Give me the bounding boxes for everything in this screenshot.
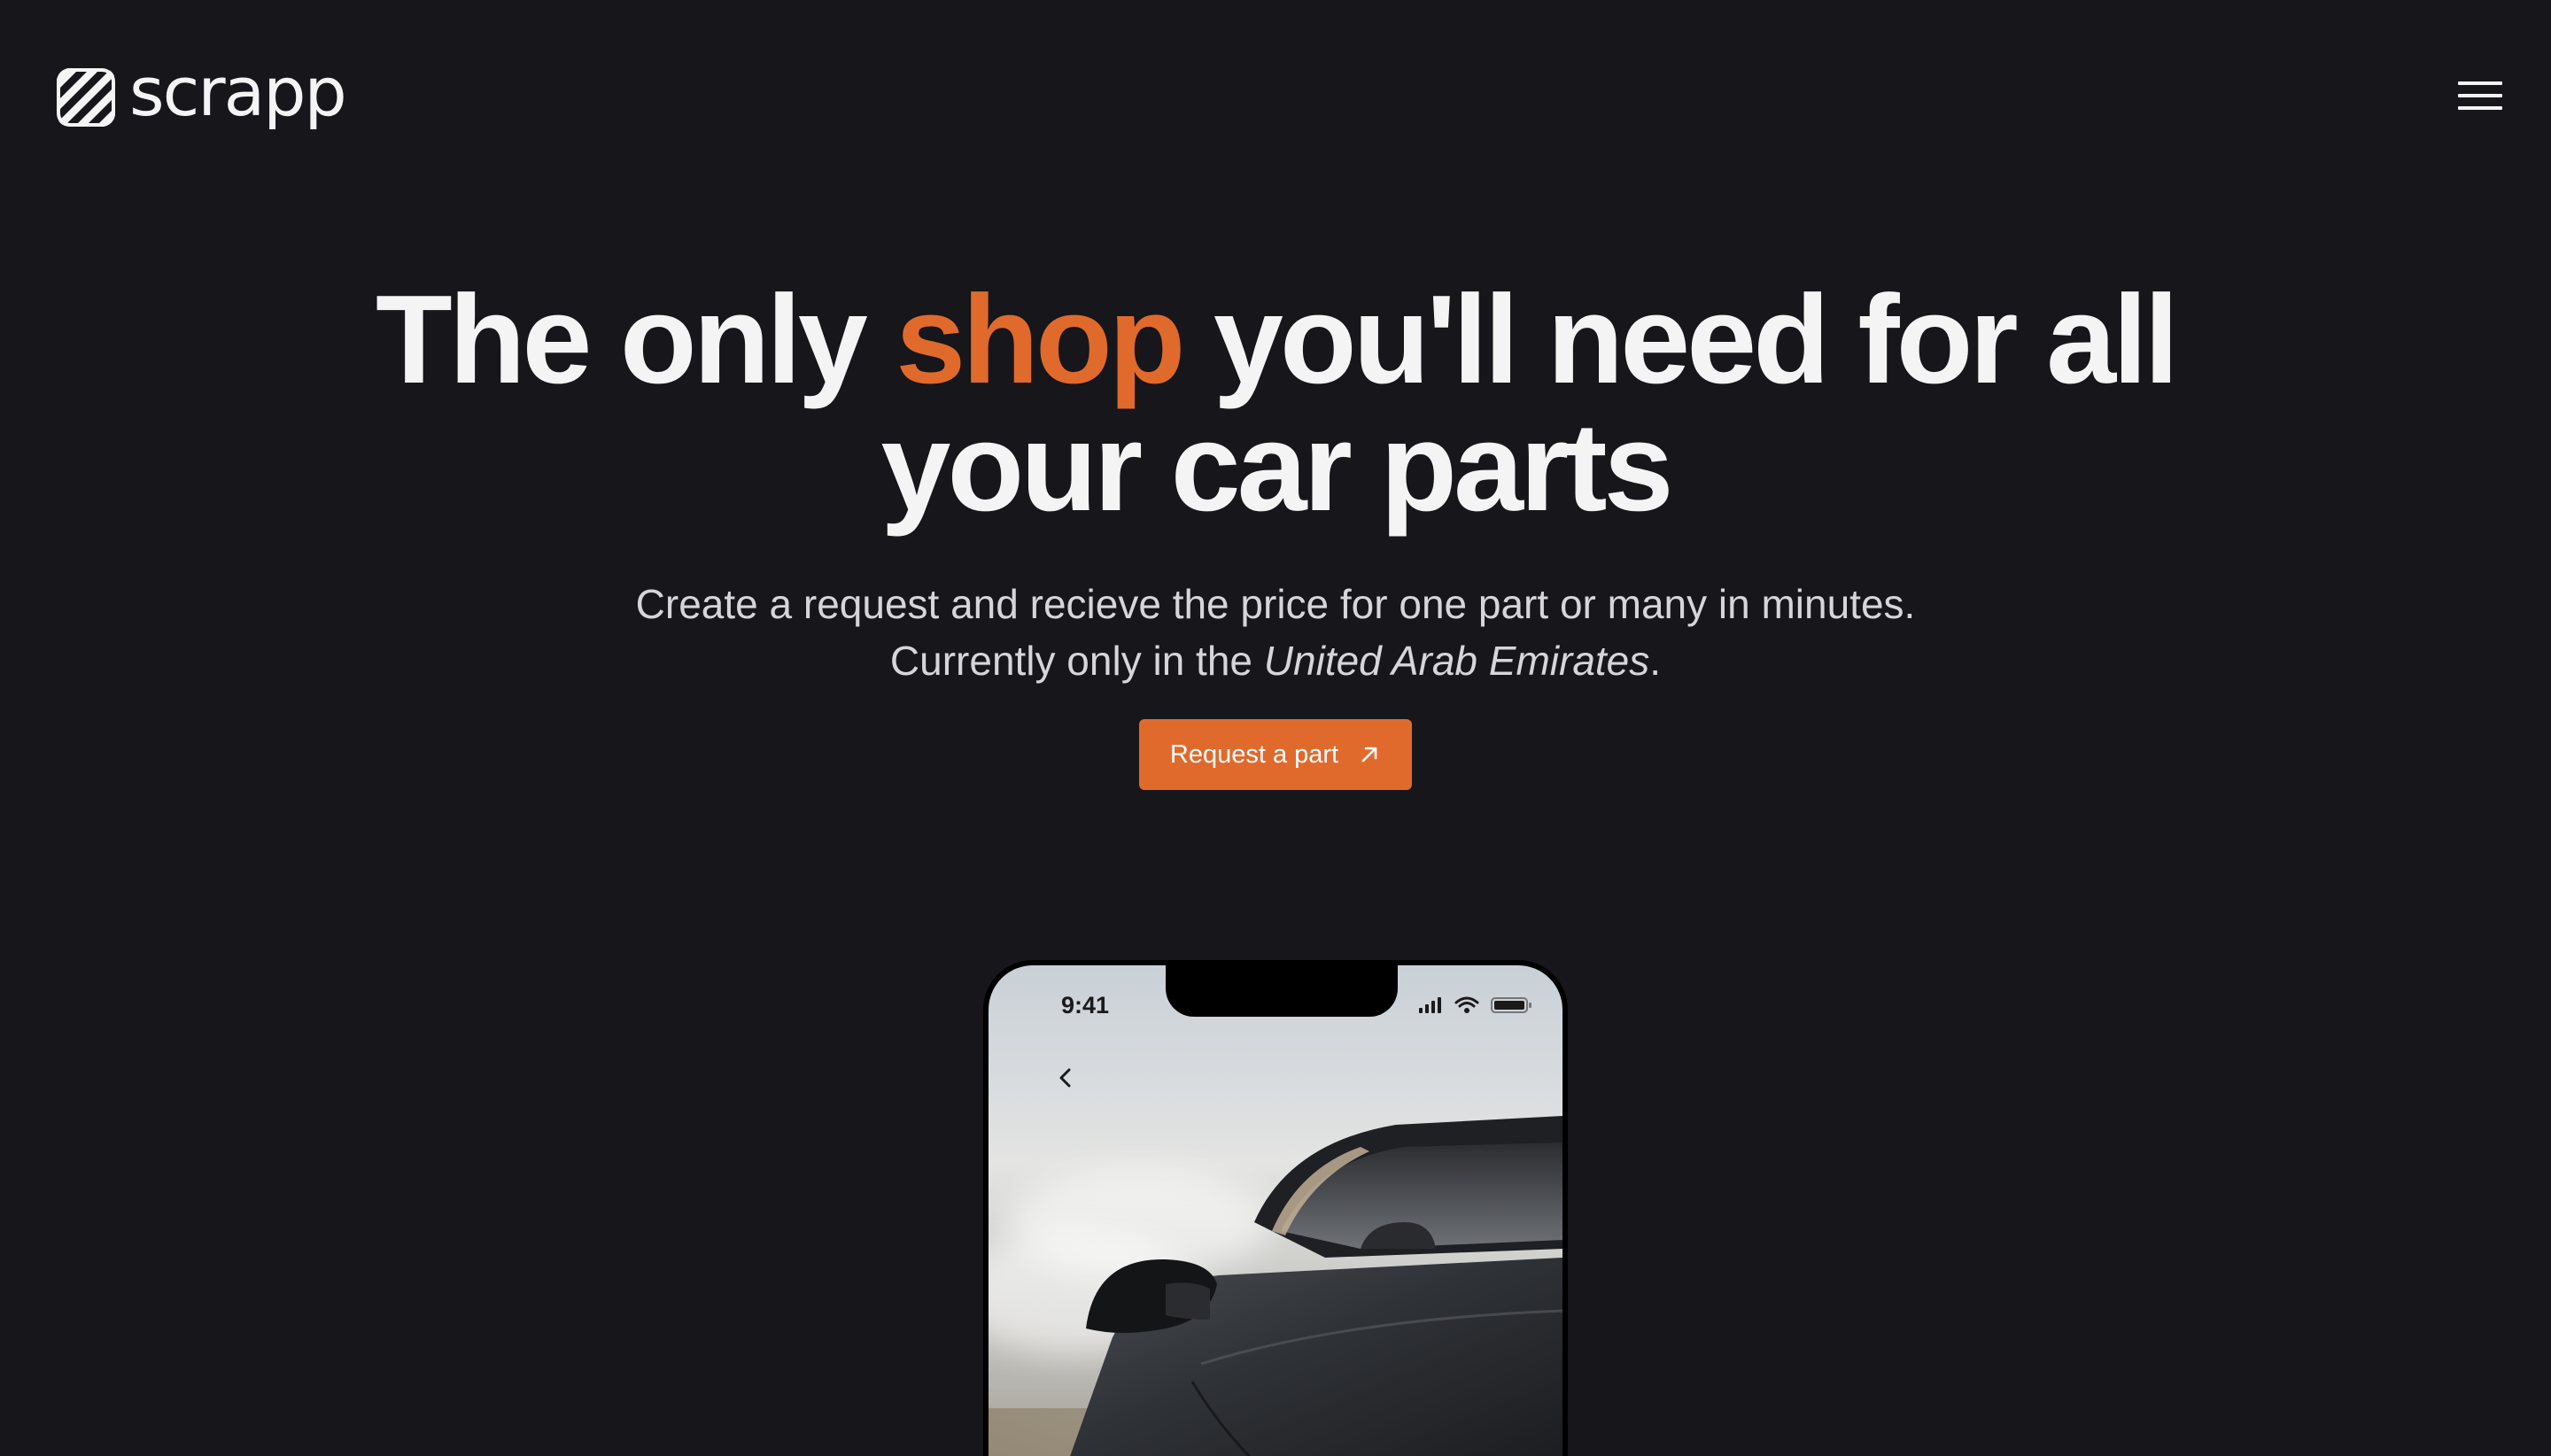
site-logo[interactable]: scrapp xyxy=(55,58,347,133)
car-photo xyxy=(989,1116,1562,1456)
phone-screen: 9:41 xyxy=(989,965,1562,1456)
menu-line-icon xyxy=(2458,94,2502,97)
wifi-icon xyxy=(1454,996,1479,1013)
phone-notch xyxy=(1166,965,1398,1017)
cellular-signal-icon xyxy=(1419,997,1441,1013)
arrow-up-right-icon xyxy=(1361,747,1377,763)
status-bar-time: 9:41 xyxy=(1061,992,1110,1018)
hero-subtitle-line1: Create a request and recieve the price f… xyxy=(635,581,1916,627)
request-part-label: Request a part xyxy=(1169,740,1339,769)
request-part-button[interactable]: Request a part xyxy=(1139,719,1412,790)
hero-subtitle: Create a request and recieve the price f… xyxy=(478,576,2073,689)
menu-line-icon xyxy=(2458,106,2502,110)
scrapp-logo-icon xyxy=(57,68,115,127)
status-bar-icons xyxy=(1419,996,1531,1013)
site-header: scrapp xyxy=(0,0,2551,195)
phone-mockup: 9:41 xyxy=(983,960,1568,1456)
hero-title: The only shop you'll need for all your c… xyxy=(301,276,2250,531)
hamburger-menu-button[interactable] xyxy=(2454,76,2507,115)
hero-subtitle-line2-suffix: . xyxy=(1649,638,1662,684)
battery-icon xyxy=(1491,997,1531,1013)
hero-title-accent: shop xyxy=(896,269,1185,410)
hero-title-start: The only xyxy=(376,269,896,410)
logo-wordmark: scrapp xyxy=(129,52,347,131)
chevron-left-icon[interactable] xyxy=(1052,1065,1079,1091)
hero-subtitle-country: United Arab Emirates xyxy=(1263,638,1650,684)
menu-line-icon xyxy=(2458,81,2502,85)
hero-subtitle-line2-prefix: Currently only in the xyxy=(889,638,1264,684)
